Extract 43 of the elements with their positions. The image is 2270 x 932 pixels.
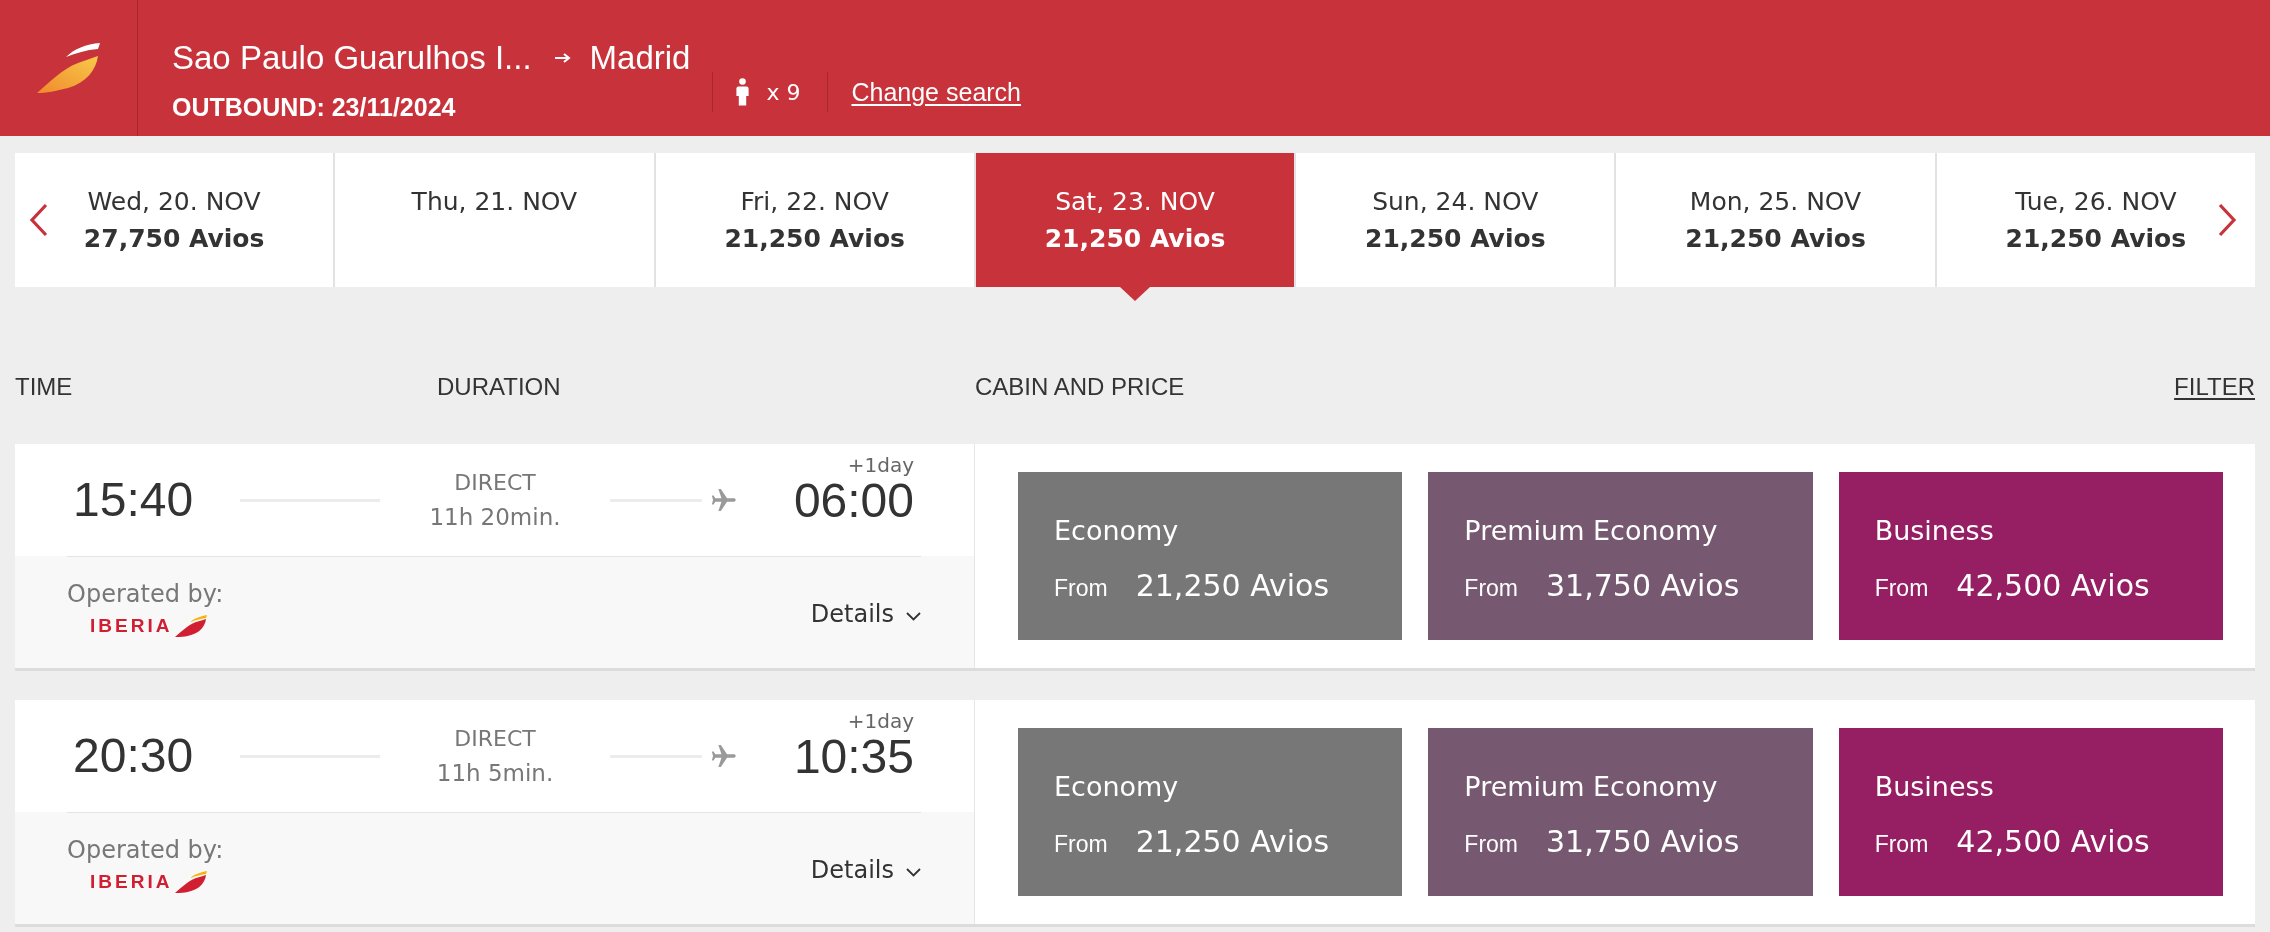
duration-text: 11h 20min. (429, 503, 561, 532)
airline-name: IBERIA (90, 615, 173, 637)
origin-city: Sao Paulo Guarulhos I... (172, 38, 532, 78)
fare-card[interactable]: Business From 42,500 Avios (1838, 472, 2223, 640)
stops-label: DIRECT (454, 469, 536, 497)
change-search-link[interactable]: Change search (851, 77, 1021, 107)
departure-time: 20:30 (73, 731, 194, 781)
swoosh-logo-icon (35, 42, 102, 94)
column-header: DURATION (437, 375, 561, 399)
swoosh-icon (174, 870, 209, 894)
day-offset: +1day (847, 710, 914, 732)
airline-name: IBERIA (90, 871, 173, 893)
arrival-time: 10:35 (793, 732, 914, 782)
swoosh-icon (174, 614, 209, 638)
fare-card[interactable]: Premium Economy From 31,750 Avios (1428, 728, 1813, 896)
details-button[interactable]: Details (810, 599, 921, 628)
departure-time: 15:40 (73, 475, 194, 525)
fare-card[interactable]: Economy From 21,250 Avios (1018, 728, 1403, 896)
destination-city: Madrid (589, 38, 691, 78)
operated-by-label: Operated by: (67, 835, 224, 865)
fare-card[interactable]: Economy From 21,250 Avios (1018, 472, 1403, 640)
person-icon (735, 78, 751, 106)
selected-pointer (1120, 287, 1150, 301)
chevron-left-icon[interactable] (29, 203, 49, 237)
chevron-down-icon (906, 612, 921, 621)
details-button[interactable]: Details (810, 855, 921, 884)
column-header: TIME (15, 375, 73, 399)
plane-icon (710, 742, 738, 770)
duration-text: 11h 5min. (436, 759, 554, 788)
outbound-date: OUTBOUND: 23/11/2024 (172, 92, 456, 122)
day-offset: +1day (847, 454, 914, 476)
plane-icon (710, 486, 738, 514)
filter-link[interactable]: FILTER (2174, 375, 2255, 399)
fare-card[interactable]: Business From 42,500 Avios (1838, 728, 2223, 896)
passenger-count: x 9 (766, 79, 801, 105)
arrow-right-icon (553, 52, 572, 64)
operated-by-label: Operated by: (67, 579, 224, 609)
chevron-right-icon[interactable] (2217, 203, 2237, 237)
column-header: CABIN AND PRICE (975, 375, 1185, 399)
fare-card[interactable]: Premium Economy From 31,750 Avios (1428, 472, 1813, 640)
chevron-down-icon (906, 868, 921, 877)
stops-label: DIRECT (454, 725, 536, 753)
arrival-time: 06:00 (793, 476, 914, 526)
